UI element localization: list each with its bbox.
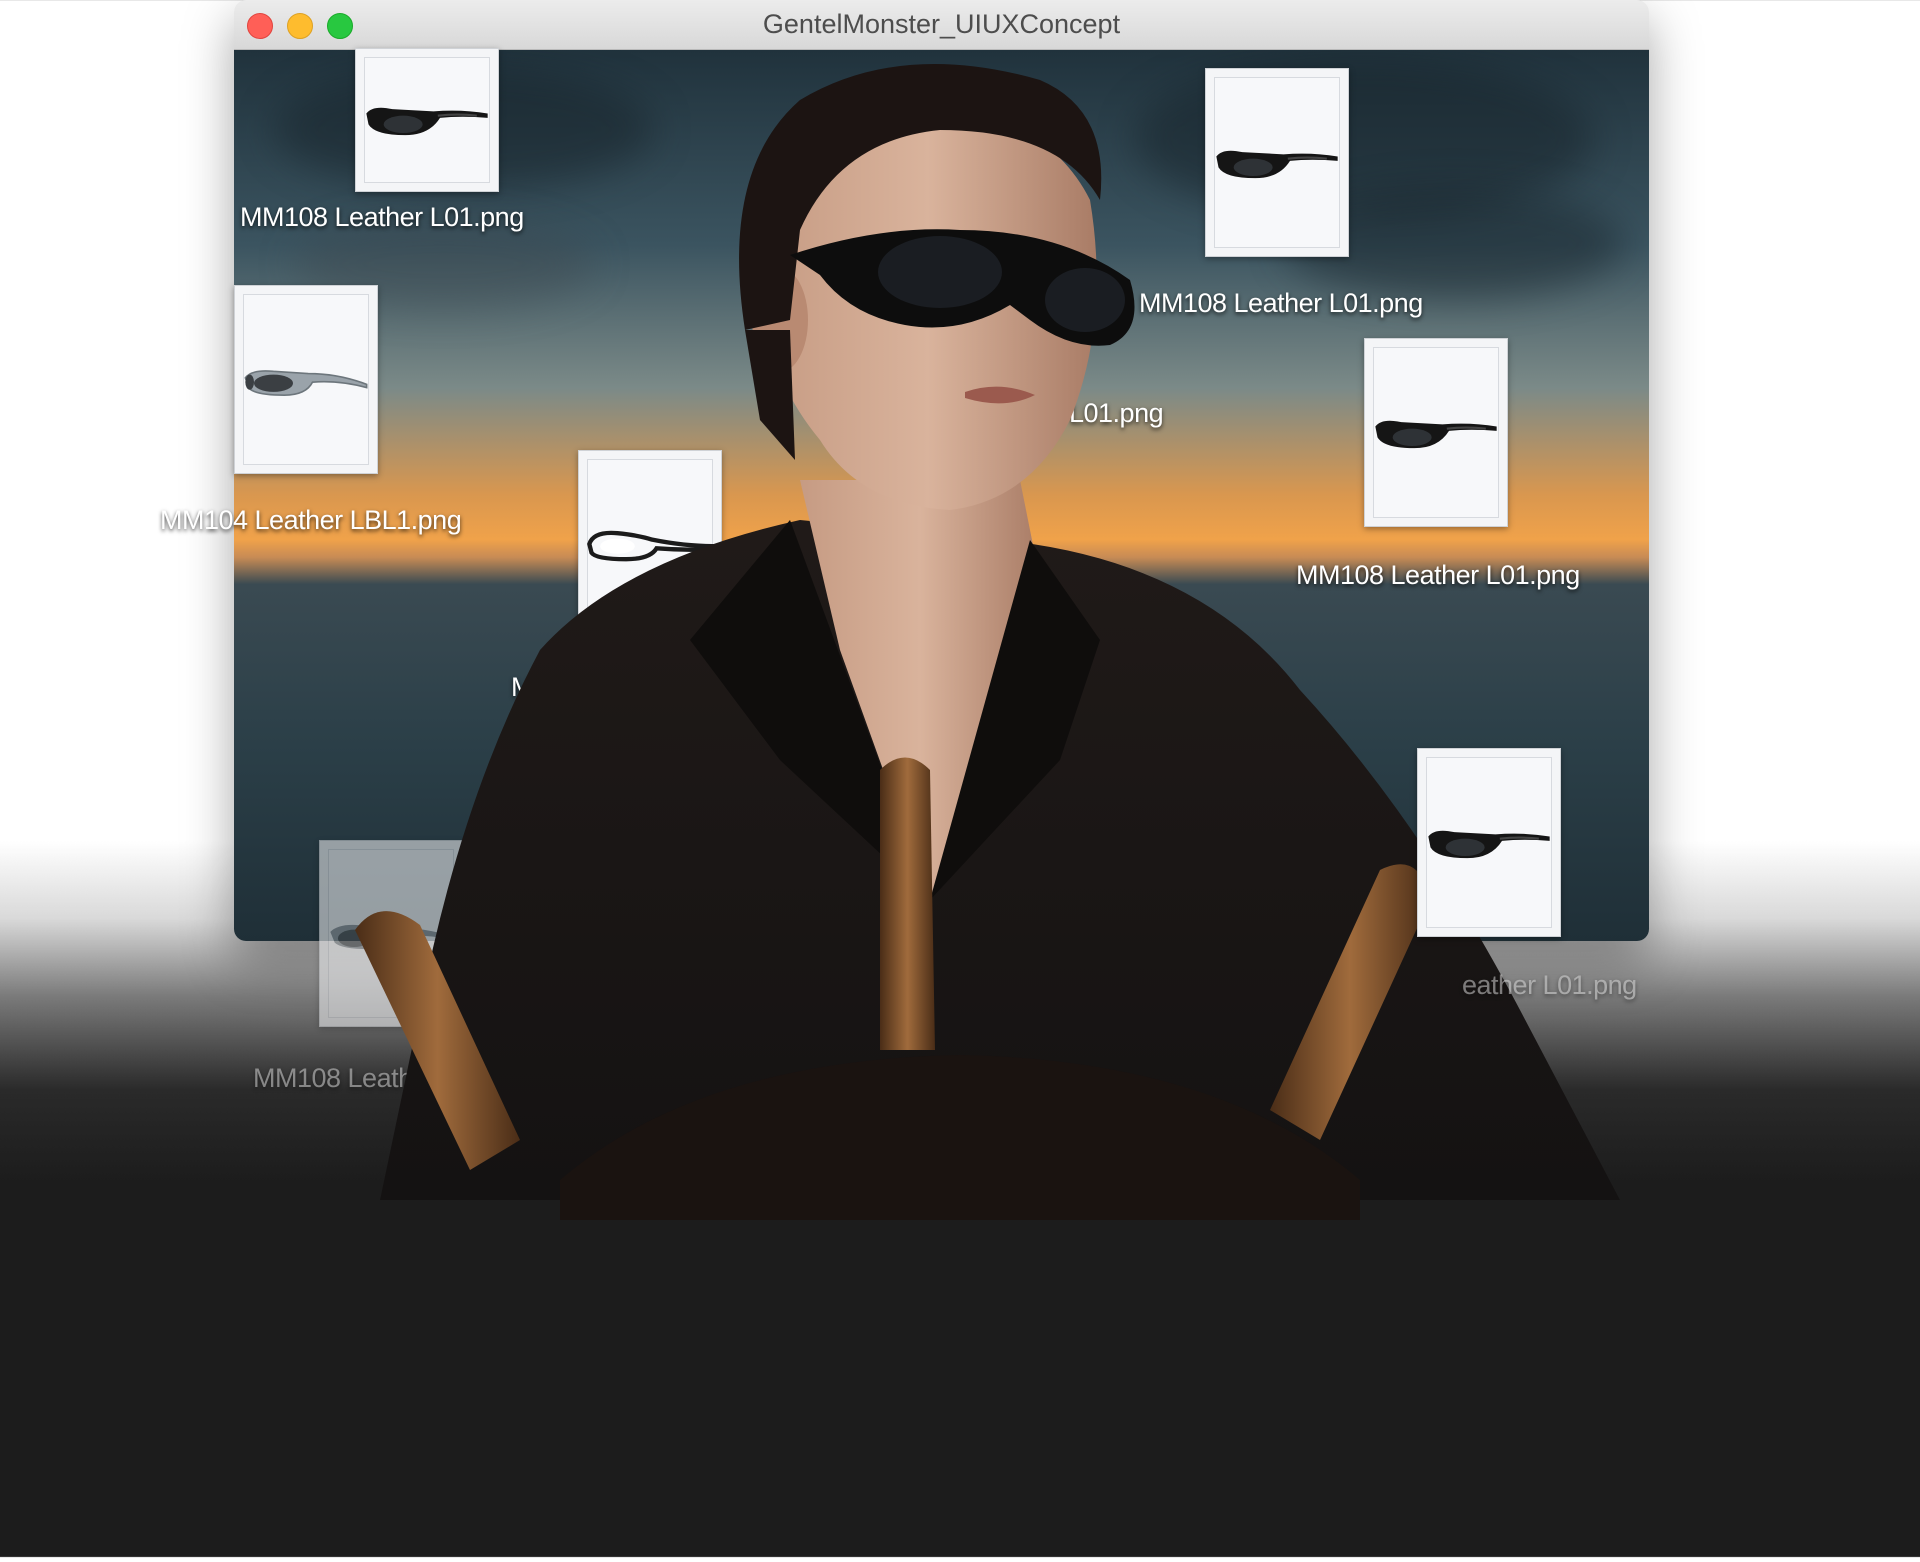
window-title: GentelMonster_UIUXConcept [762,9,1121,39]
file-icon-mm108-4[interactable] [1417,748,1561,937]
file-label[interactable]: eather L01.png [1462,970,1637,1001]
file-icon-mm108-1[interactable] [355,48,499,192]
file-label[interactable]: MM108 Leather L01.png [240,202,524,233]
file-icon-mm108-3[interactable] [1364,338,1508,527]
file-label[interactable]: MM104 Leather LBL1.png [160,505,462,536]
window-titlebar[interactable]: GentelMonster_UIUXConcept [234,0,1649,50]
black-cat-eye-sunglasses-icon [366,107,488,136]
file-icon-clear-wrap[interactable] [578,450,722,637]
file-label[interactable]: MM108 Leather L01.png [1139,288,1423,319]
grey-sunglasses-icon [330,924,452,949]
file-label[interactable]: L01.png [1069,398,1164,429]
grey-wrap-sunglasses-icon [244,369,368,396]
file-icon-mm108-2[interactable] [1205,68,1349,257]
file-icon-mm104[interactable] [234,285,378,474]
black-cat-eye-sunglasses-icon [1375,420,1497,448]
black-cat-eye-sunglasses-icon [1428,830,1550,858]
black-cat-eye-sunglasses-icon [1216,150,1338,178]
clear-wrap-glasses-icon [587,530,715,561]
file-icon-grey[interactable] [319,840,463,1027]
file-label[interactable]: MM108 Leather [253,1063,436,1094]
file-label[interactable]: M [511,672,534,703]
file-label[interactable]: MM108 Leather L01.png [1296,560,1580,591]
